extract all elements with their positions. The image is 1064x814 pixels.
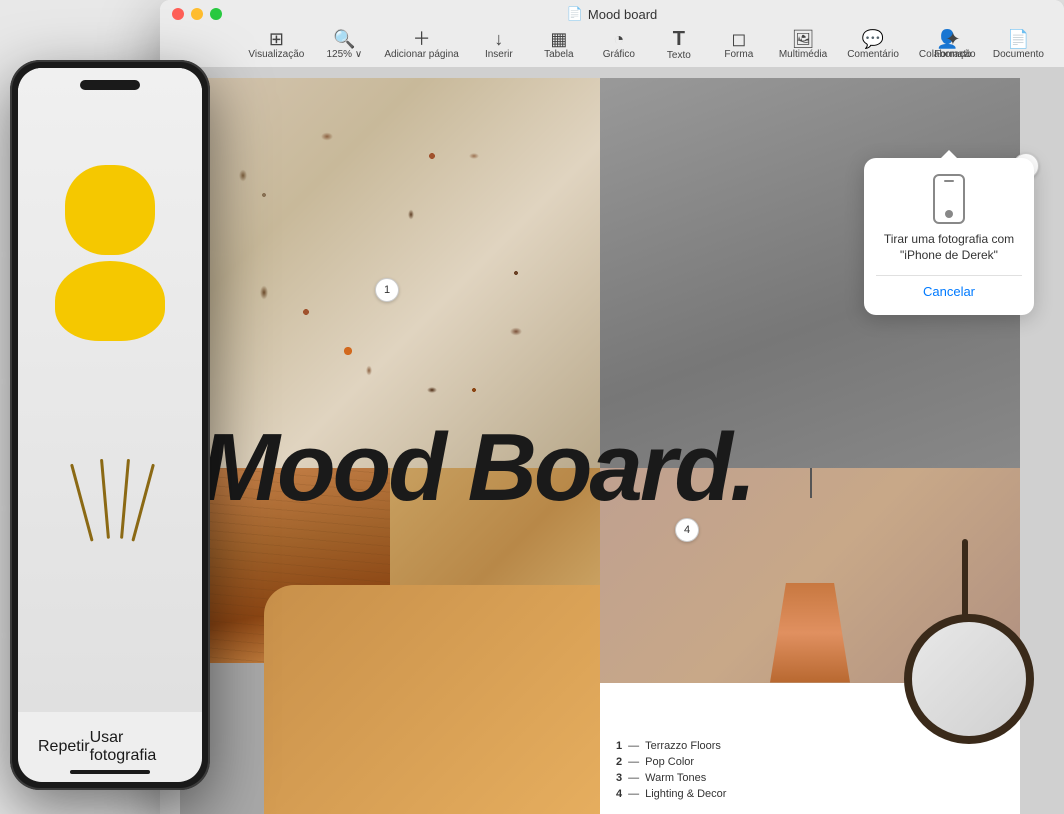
window-controls [172,8,222,20]
window-title: 📄 Mood board [567,6,658,22]
tabela-icon: ▦ [550,30,567,48]
title-text: Mood board [588,7,657,22]
mirror-strap [962,539,968,619]
sofa-cell [390,468,600,663]
chair-seat [55,261,165,341]
legend-text-1: Terrazzo Floors [645,740,721,752]
bottom-left-grid [180,468,600,814]
toolbar-multimidia[interactable]: 🖼 Multimédia [769,26,837,64]
toolbar-visualizacao[interactable]: ⊞ Visualização [238,26,314,64]
toolbar-formato[interactable]: ✦ Formato [923,26,983,64]
multimidia-icon: 🖼 [792,30,815,48]
adicionar-pagina-icon: ＋ [413,30,431,48]
use-photo-button[interactable]: Usar fotografia [90,729,182,765]
toolbar-texto[interactable]: T Texto [649,25,709,65]
lamp-shape [770,583,850,683]
canvas-area: Mood Board. [160,68,1064,814]
popup-phone-icon [933,174,965,224]
chair-back [65,165,155,255]
iphone-popup: Tirar uma fotografia com"iPhone de Derek… [864,158,1034,315]
toolbar-right: ✦ Formato 📄 Documento [923,26,1054,64]
legend-num-4: 4 [616,788,622,800]
tabela-label: Tabela [544,49,573,60]
legend-dash-4: — [628,788,639,800]
terrazzo-texture [180,78,600,468]
iphone-photo [18,68,202,712]
toolbar-adicionar-pagina[interactable]: ＋ Adicionar página [374,26,469,64]
ampliacao-label: 125% ∨ [327,49,363,60]
popup-divider [876,275,1022,276]
adicionar-pagina-label: Adicionar página [384,49,459,60]
chair-leg-3 [120,459,130,539]
formato-label: Formato [934,49,971,60]
legend-text-3: Warm Tones [645,772,706,784]
toolbar-forma[interactable]: ◻ Forma [709,26,769,64]
forma-label: Forma [724,49,753,60]
chair-leg-1 [70,464,94,542]
toolbar-documento[interactable]: 📄 Documento [983,26,1054,64]
visualizacao-label: Visualização [248,49,304,60]
documento-icon: 📄 [1007,30,1029,48]
comentario-label: Comentário [847,49,899,60]
toolbar-ampliacao[interactable]: 🔍 125% ∨ [314,26,374,64]
chair-leg-4 [131,464,155,542]
legend-dash-2: — [628,756,639,768]
home-indicator [70,770,150,774]
toolbar-grafico[interactable]: ◔ Gráfico [589,26,649,64]
badge-4: 4 [675,518,699,542]
mirror-shape [904,614,1034,744]
iphone-device: Repetir Usar fotografia [0,60,220,800]
sofa-shape [390,585,600,663]
window-title-line: 📄 Mood board [160,0,1064,22]
popup-text: Tirar uma fotografia com"iPhone de Derek… [884,232,1014,263]
multimidia-label: Multimédia [779,49,827,60]
lamp-cord [810,468,812,498]
texto-icon: T [673,29,685,49]
mirror-container [874,494,1054,794]
formato-icon: ✦ [945,30,960,48]
legend-text-2: Pop Color [645,756,694,768]
iphone-notch [80,80,140,90]
iphone-body: Repetir Usar fotografia [10,60,210,790]
iphone-screen: Repetir Usar fotografia [18,68,202,782]
chair-leg-2 [100,459,110,539]
badge-1: 1 [375,278,399,302]
inserir-label: Inserir [485,49,513,60]
legend-dash-3: — [628,772,639,784]
toolbar-tabela[interactable]: ▦ Tabela [529,26,589,64]
legend-num-3: 3 [616,772,622,784]
title-icon: 📄 [567,6,583,22]
grafico-icon: ◔ [613,30,624,48]
toolbar: ⊞ Visualização 🔍 125% ∨ ＋ Adicionar pági… [160,22,1064,67]
toolbar-inserir[interactable]: ↓ Inserir [469,26,529,64]
popup-cancel-button[interactable]: Cancelar [923,280,975,303]
comentario-icon: 💬 [862,30,884,48]
legend-num-1: 1 [616,740,622,752]
title-bar: 📄 Mood board ⊞ Visualização 🔍 125% ∨ ＋ A… [160,0,1064,68]
documento-label: Documento [993,49,1044,60]
chair-legs [50,454,170,574]
terrazzo-cell [180,78,600,468]
texto-label: Texto [667,50,691,61]
close-button[interactable] [172,8,184,20]
legend-num-2: 2 [616,756,622,768]
toolbar-comentario[interactable]: 💬 Comentário [837,26,909,64]
forma-icon: ◻ [731,30,746,48]
legend-text-4: Lighting & Decor [645,788,726,800]
retake-button[interactable]: Repetir [38,738,90,756]
visualizacao-icon: ⊞ [269,30,284,48]
inserir-icon: ↓ [494,30,503,48]
minimize-button[interactable] [191,8,203,20]
legend-dash-1: — [628,740,639,752]
maximize-button[interactable] [210,8,222,20]
grafico-label: Gráfico [603,49,635,60]
ampliacao-icon: 🔍 [333,30,355,48]
app-window: 📄 Mood board ⊞ Visualização 🔍 125% ∨ ＋ A… [160,0,1064,814]
